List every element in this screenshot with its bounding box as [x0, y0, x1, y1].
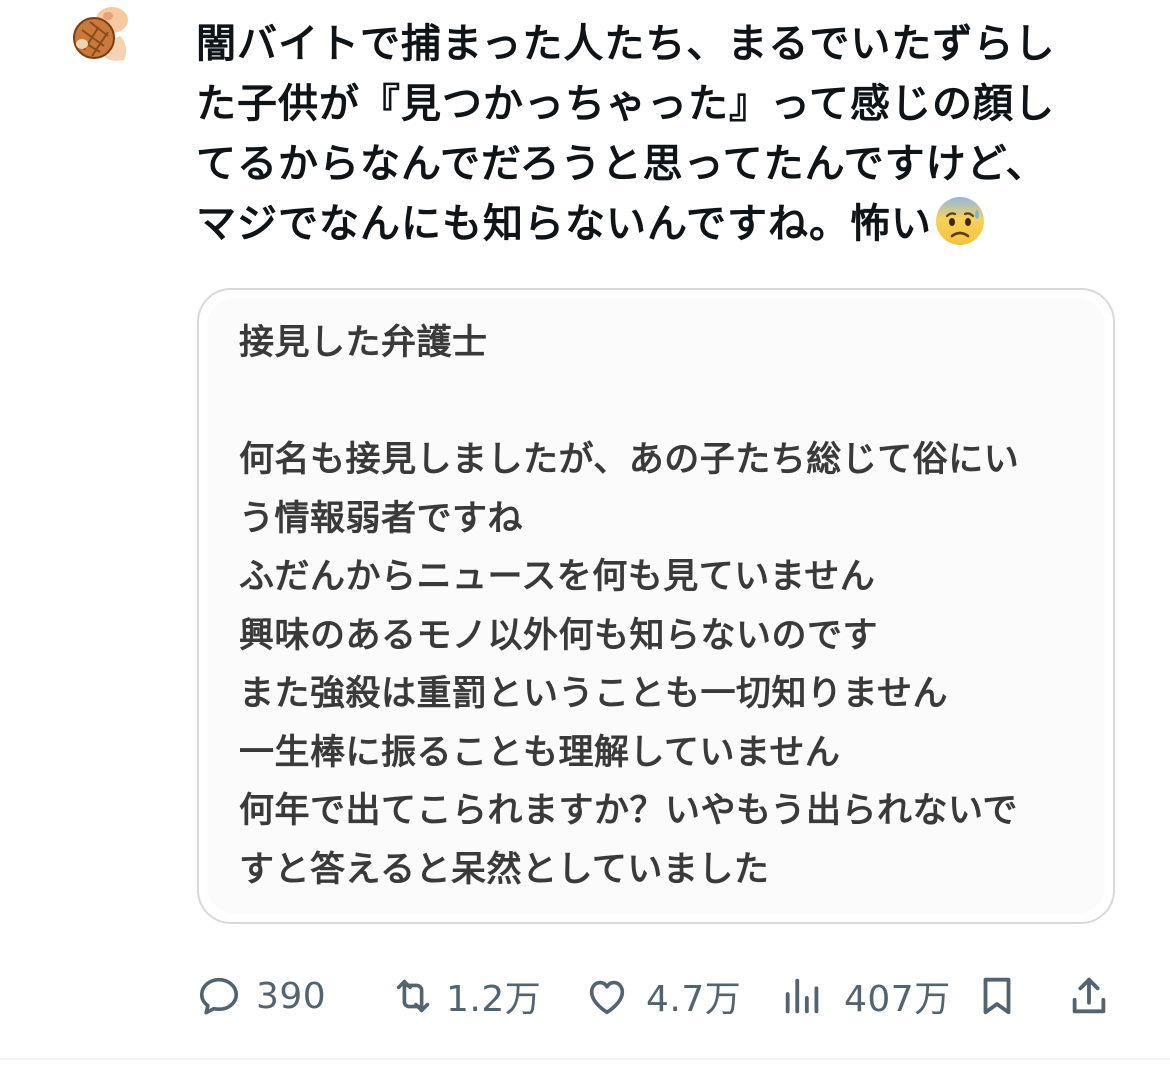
reply-button[interactable]: 390: [196, 966, 326, 1026]
reply-count: 390: [256, 975, 327, 1017]
quoted-image-card[interactable]: 接見した弁護士 ​ 何名も接見しましたが、あの子たち総じて俗にい う情報弱者です…: [197, 288, 1115, 924]
tweet-action-bar: 390 1.2万 4.7万 407万: [196, 966, 1126, 1026]
bookmark-button[interactable]: [974, 966, 1020, 1026]
share-icon: [1072, 977, 1106, 1014]
tweet-line: 闇バイトで捕まった人たち、まるでいたずらし: [196, 21, 1056, 67]
heart-icon: [589, 980, 625, 1015]
quote-line: また強殺は重罰ということも一切知りません: [239, 674, 948, 714]
tweet-line: た子供が『見つかっちゃった』って感じの顔し: [196, 81, 1055, 127]
views-button[interactable]: 407万: [780, 966, 951, 1026]
share-button[interactable]: [1066, 966, 1112, 1026]
anxious-face-with-sweat-icon: [936, 197, 984, 245]
tweet-line: てるからなんでだろうと思ってたんですけど、: [196, 141, 1047, 187]
quote-line: すと答えると呆然としていました: [239, 849, 770, 890]
quoted-image-text: 接見した弁護士 ​ 何名も接見しましたが、あの子たち総じて俗にい う情報弱者です…: [239, 314, 1099, 899]
retweet-icon: [396, 979, 430, 1013]
bookmark-icon: [983, 977, 1011, 1015]
reply-icon: [199, 977, 239, 1015]
views-icon: [785, 978, 819, 1014]
quote-title: 接見した弁護士: [239, 323, 488, 363]
quote-line: 一生棒に振ることも理解していません: [239, 732, 841, 773]
retweet-button[interactable]: 1.2万: [390, 966, 541, 1026]
tweet-line: マジでなんにも知らないんですね。怖い: [196, 201, 932, 247]
avatar[interactable]: [68, 6, 134, 66]
views-count: 407万: [844, 979, 951, 1020]
tweet-text: 闇バイトで捕まった人たち、まるでいたずらし た子供が『見つかっちゃった』って感じ…: [196, 14, 1096, 254]
like-button[interactable]: 4.7万: [584, 966, 741, 1026]
like-count: 4.7万: [646, 979, 742, 1020]
quote-line: 興味のあるモノ以外何も知らないのです: [239, 615, 879, 656]
quote-line: う情報弱者ですね: [239, 498, 524, 539]
quote-line: ふだんからニュースを何も見ていません: [239, 557, 876, 597]
retweet-count: 1.2万: [446, 979, 542, 1020]
divider: [0, 1058, 1170, 1060]
quoted-image: 接見した弁護士 ​ 何名も接見しましたが、あの子たち総じて俗にい う情報弱者です…: [207, 298, 1105, 914]
quote-line: 何名も接見しましたが、あの子たち総じて俗にい: [239, 440, 1020, 480]
quote-line: 何年で出てこられますか？いやもう出られないで: [239, 791, 1018, 831]
